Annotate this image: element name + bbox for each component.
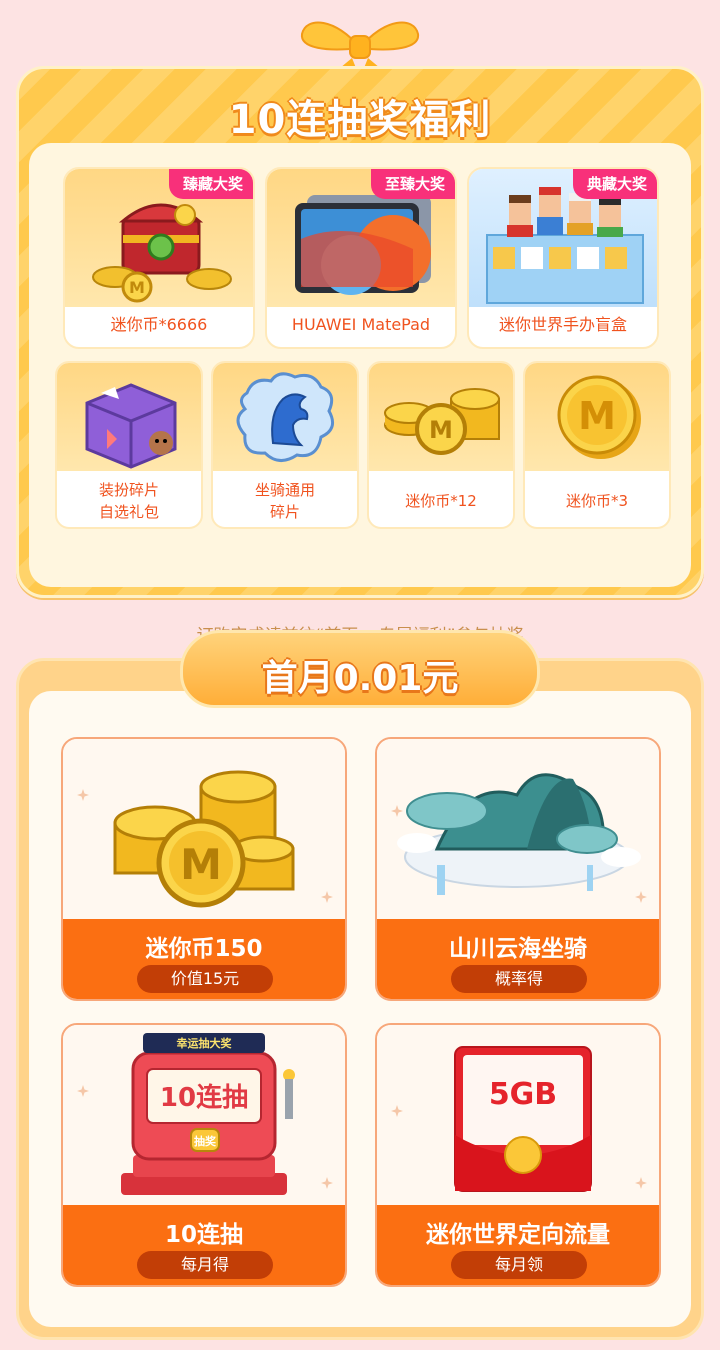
lottery-title: 10连抽奖福利 [228,97,492,143]
first-month-title: 首月0.01元 [261,658,459,699]
coin-stack-icon: M [384,388,500,455]
prize-card-coins-12[interactable]: M 迷你币*12 [367,361,515,529]
coin-pile-icon: M [113,770,295,908]
benefit-card-data-traffic[interactable]: 5GB 迷你世界定向流量 每月领 [375,1023,661,1287]
star-icon [391,805,403,817]
benefit-card-10-draws[interactable]: 幸运抽大奖 10连抽 抽奖 10连抽 每月得 [61,1023,347,1287]
prize-card-matepad[interactable]: 至臻大奖 HUAWEI MatePad [265,167,457,349]
svg-text:M: M [578,394,616,438]
benefit-card-mount[interactable]: 山川云海坐骑 概率得 [375,737,661,1001]
first-month-banner: 首月0.01元 [180,630,540,708]
packet-amount-text: 5GB [488,1077,558,1112]
benefit-pill: 价值15元 [137,965,273,993]
prize-label: 迷你币*6666 [110,315,208,334]
benefit-title: 迷你币150 [145,936,263,962]
first-month-panel: M 迷你币150 价值15元 山川云海坐骑 概率得 幸运抽大奖 10连抽 抽奖 … [29,691,691,1327]
first-month-benefit-card: M 迷你币150 价值15元 山川云海坐骑 概率得 幸运抽大奖 10连抽 抽奖 … [16,658,704,1340]
prize-label: 迷你世界手办盲盒 [498,315,627,334]
benefit-title: 10连抽 [164,1222,243,1248]
prize-tag: 至臻大奖 [370,169,455,199]
prize-tag: 臻藏大奖 [168,169,253,199]
svg-text:M: M [429,416,453,444]
star-icon [77,1085,89,1097]
benefit-card-coins-150[interactable]: M 迷你币150 价值15元 [61,737,347,1001]
coin-icon: M [557,375,641,459]
lucky-draw-machine-icon [121,1033,295,1195]
star-icon [635,891,647,903]
prize-label: 迷你币*12 [405,492,477,510]
data-red-packet-icon [454,1046,592,1192]
benefit-pill: 每月领 [451,1251,587,1279]
prize-card-coins-3[interactable]: M 迷你币*3 [523,361,671,529]
machine-header-text: 幸运抽大奖 [176,1037,232,1050]
benefit-pill: 概率得 [451,965,587,993]
prize-card-blind-box[interactable]: 典藏大奖 迷你世界手办盲盒 [467,167,659,349]
prize-label: HUAWEI MatePad [291,315,431,334]
star-icon [635,1177,647,1189]
machine-button-text: 抽奖 [194,1135,216,1148]
lottery-benefit-card: 10连抽奖福利 M 臻藏大奖 迷你币*6666 至臻大奖 HUAWEI Mate… [16,66,704,646]
benefit-title: 山川云海坐骑 [449,936,587,962]
prize-label: 迷你币*3 [565,492,629,510]
mount-fragment-icon [236,372,335,462]
prize-tag: 典藏大奖 [572,169,657,199]
star-icon [77,789,89,801]
prize-card-coins-6666[interactable]: M 臻藏大奖 迷你币*6666 [63,167,255,349]
prize-card-mount-fragments[interactable]: 坐骑通用 碎片 [211,361,359,529]
benefit-title: 迷你世界定向流量 [426,1222,610,1248]
prize-label: 装扮碎片 自选礼包 [98,481,159,521]
floating-island-mount-icon [397,773,641,895]
svg-text:M: M [180,840,222,889]
star-icon [391,1105,403,1117]
prize-card-dressup-fragments[interactable]: 装扮碎片 自选礼包 [55,361,203,529]
prize-label: 坐骑通用 碎片 [254,481,315,521]
benefit-pill: 每月得 [137,1251,273,1279]
gift-box-icon [85,383,177,469]
machine-screen-text: 10连抽 [159,1083,249,1113]
lottery-prize-panel: M 臻藏大奖 迷你币*6666 至臻大奖 HUAWEI MatePad 典藏大奖… [29,143,691,646]
star-icon [321,1177,333,1189]
ribbon-bow-icon [300,21,420,68]
star-icon [321,891,333,903]
svg-text:M: M [129,278,145,297]
